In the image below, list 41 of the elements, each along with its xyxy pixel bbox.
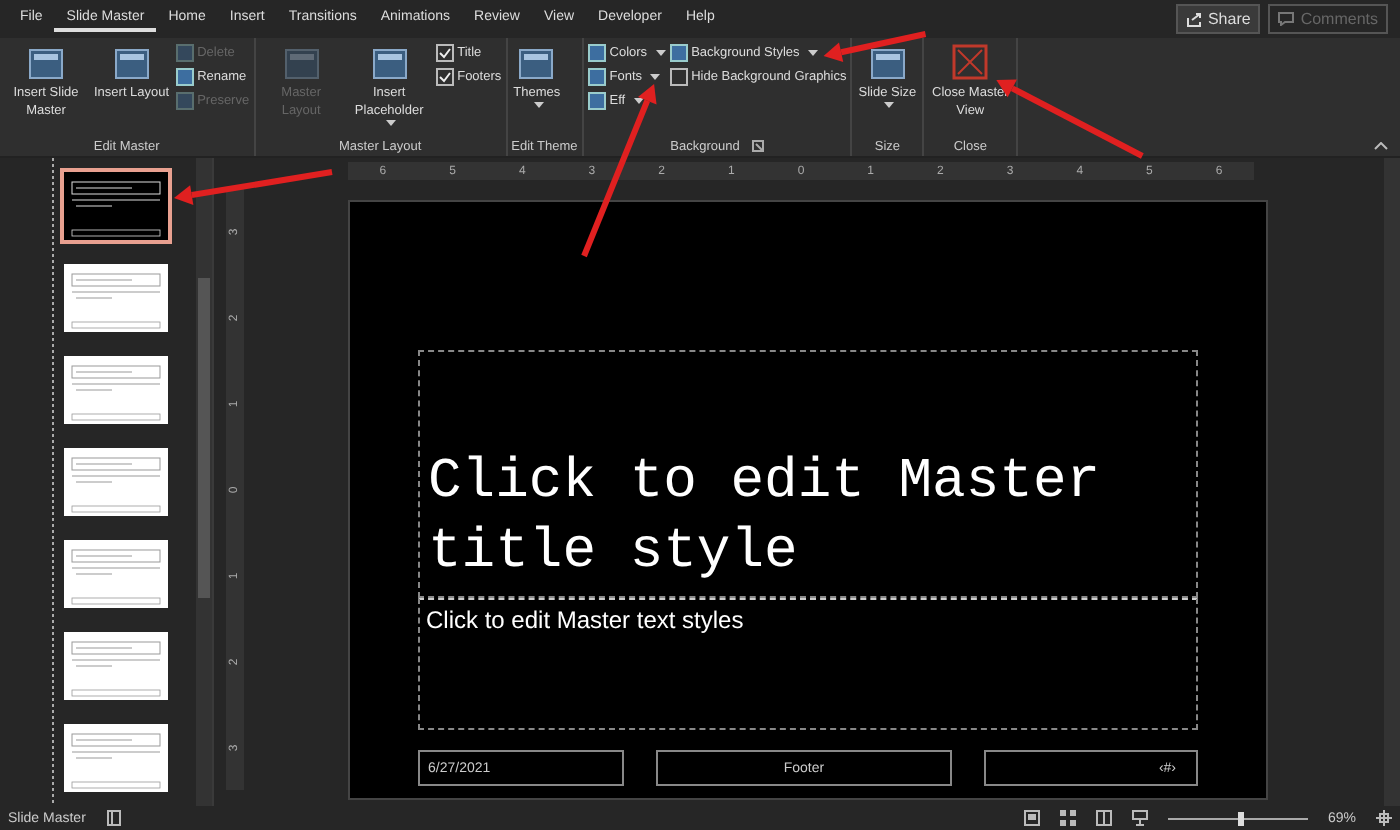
zoom-slider[interactable]: [1167, 810, 1308, 826]
close-box-icon: [948, 44, 993, 84]
slide-body-text: Click to edit Master text styles: [424, 604, 746, 638]
slide-thumbnail[interactable]: [64, 724, 168, 792]
checkbox-icon: [669, 68, 688, 86]
slide-layout-icon: [279, 44, 324, 84]
collapse-ribbon-icon: [1374, 142, 1388, 150]
scrollbar[interactable]: [196, 158, 212, 806]
slide-layout-icon: [367, 44, 412, 84]
slide-layout-icon: [109, 44, 154, 84]
small-square-icon: [175, 68, 194, 86]
grid-view-icon: [1059, 810, 1076, 826]
small-square-icon: [175, 44, 194, 62]
checkbox-icon: [435, 68, 454, 86]
slide-layout-icon: [514, 44, 559, 84]
small-square-icon: [587, 44, 606, 62]
notes-icon: [105, 810, 122, 826]
fit-icon: [1376, 810, 1392, 826]
comment-icon: [1278, 12, 1295, 26]
annotation-arrow: [823, 31, 927, 62]
small-square-icon: [175, 92, 194, 110]
slide-thumbnail[interactable]: [64, 356, 168, 424]
small-square-icon: [669, 44, 688, 62]
small-square-icon: [587, 68, 606, 86]
presenter-icon: [1131, 810, 1148, 826]
slide-thumbnail[interactable]: [64, 448, 168, 516]
small-square-icon: [587, 92, 606, 110]
title-placeholder[interactable]: Click to edit Master title style: [418, 350, 1198, 598]
slide-layout-icon: [24, 44, 68, 84]
normal-view-icon: [1023, 810, 1040, 826]
text-placeholder[interactable]: Click to edit Master text styles: [418, 598, 1198, 730]
book-view-icon: [1095, 810, 1112, 826]
share-icon: [1185, 11, 1202, 27]
slide-title: Click to edit Master title style: [426, 450, 1103, 588]
share-button[interactable]: Share: [1175, 4, 1261, 34]
checkbox-icon: [435, 44, 454, 62]
slide-thumbnail[interactable]: [64, 540, 168, 608]
slide-thumbnail[interactable]: [64, 172, 168, 240]
slide-thumbnail[interactable]: [64, 632, 168, 700]
slide-layout-icon: [865, 44, 910, 84]
slide-thumbnail[interactable]: [64, 264, 168, 332]
